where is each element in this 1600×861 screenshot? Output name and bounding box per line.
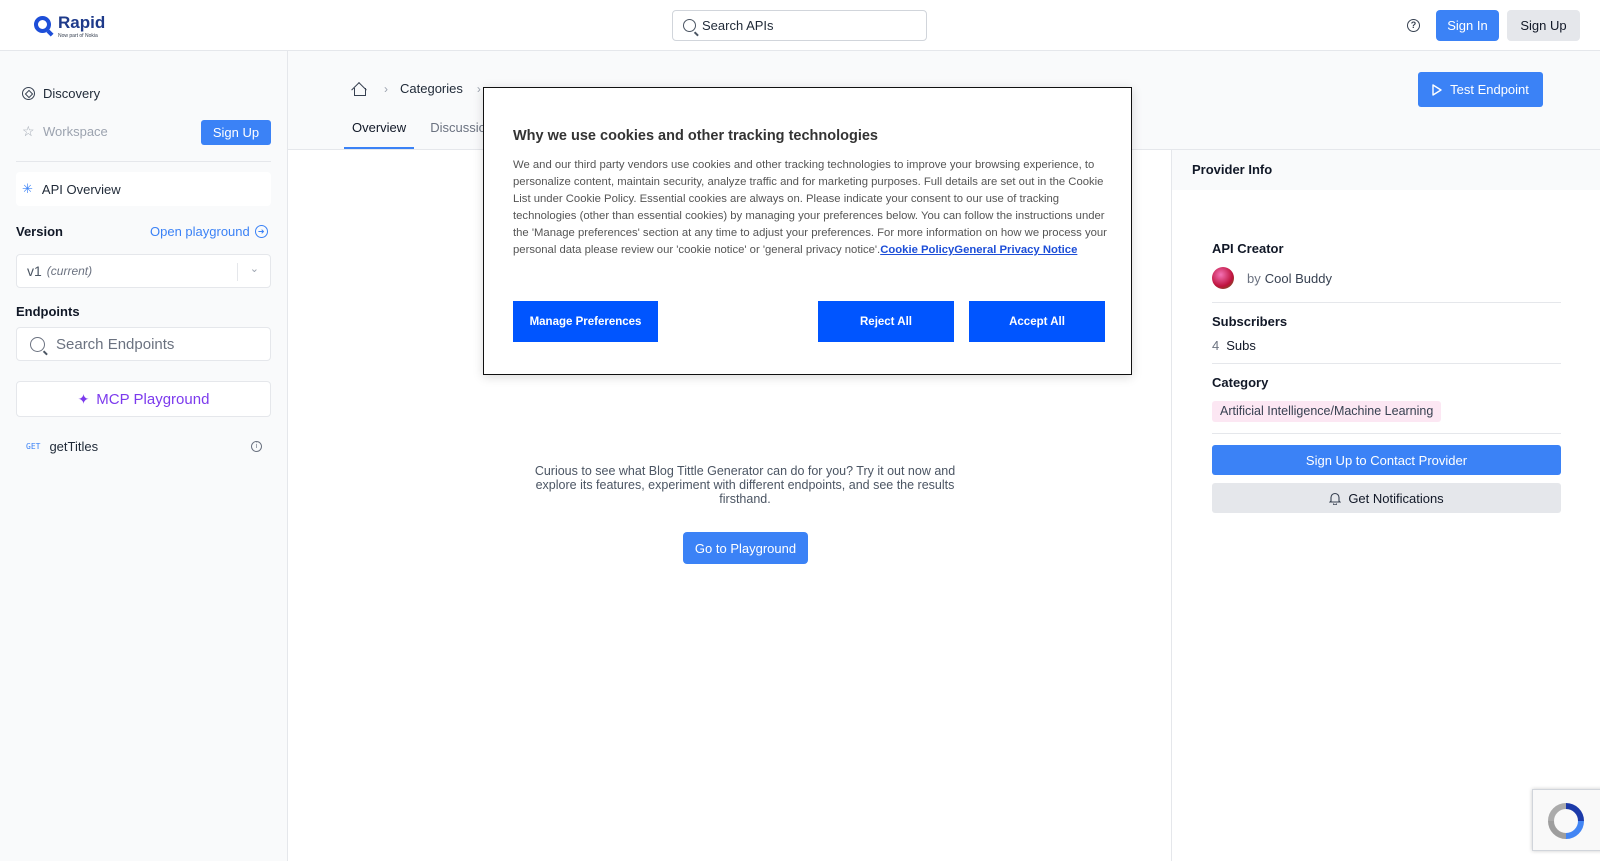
select-separator: [237, 263, 238, 281]
endpoints-label: Endpoints: [16, 304, 80, 319]
cookie-dialog-title: Why we use cookies and other tracking te…: [513, 128, 878, 144]
contact-provider-button[interactable]: Sign Up to Contact Provider: [1212, 445, 1561, 475]
mcp-playground-button[interactable]: ✦ MCP Playground: [16, 381, 271, 417]
subscribers-number: 4: [1212, 338, 1220, 353]
help-icon[interactable]: ?: [1407, 19, 1420, 32]
subscribers-unit: Subs: [1226, 338, 1256, 353]
get-notifications-label: Get Notifications: [1348, 490, 1444, 506]
reject-all-button[interactable]: Reject All: [818, 301, 954, 342]
chevron-right-icon: ›: [476, 81, 481, 96]
tab-overview[interactable]: Overview: [344, 120, 415, 149]
category-tag[interactable]: Artificial Intelligence/Machine Learning: [1212, 401, 1442, 422]
cookie-dialog-body: We and our third party vendors use cooki…: [513, 157, 1108, 259]
info-icon[interactable]: i: [251, 441, 262, 452]
open-playground-link[interactable]: Open playground ➜: [150, 224, 268, 239]
search-apis-placeholder: Search APIs: [702, 18, 774, 33]
bell-icon: [1328, 492, 1342, 505]
version-select[interactable]: v1 (current) ⌄: [16, 254, 271, 288]
logo-subtitle: Now part of Nokia: [58, 33, 98, 39]
chevron-right-icon: ›: [384, 81, 388, 96]
home-icon[interactable]: [352, 83, 366, 96]
arrow-right-circle-icon: ➜: [254, 225, 268, 238]
go-to-playground-button[interactable]: Go to Playground: [683, 532, 808, 564]
play-icon: [1432, 83, 1442, 96]
workspace-label: Workspace: [43, 124, 108, 139]
star-icon: ☆: [22, 123, 35, 139]
sidebar-item-workspace[interactable]: ☆ Workspace: [22, 124, 108, 139]
top-bar: Rapid Now part of Nokia Search APIs ? Si…: [0, 0, 1600, 51]
playground-promo-text: Curious to see what Blog Tittle Generato…: [534, 464, 956, 506]
api-overview-label: API Overview: [41, 181, 121, 197]
search-icon: [30, 336, 45, 352]
sidebar: Discovery ☆ Workspace Sign Up ✳ API Over…: [0, 51, 288, 861]
breadcrumb: › Categories ›: [352, 81, 493, 96]
api-creator[interactable]: by Cool Buddy: [1212, 267, 1332, 289]
breadcrumb-categories[interactable]: Categories: [400, 81, 463, 96]
logo-name: Rapid: [58, 13, 106, 32]
sign-up-button[interactable]: Sign Up: [1507, 10, 1580, 41]
divider: [1212, 433, 1561, 434]
cookie-policy-link[interactable]: Cookie Policy: [880, 244, 954, 256]
sparkles-icon: ✦: [77, 390, 90, 407]
accept-all-button[interactable]: Accept All: [969, 301, 1105, 342]
sidebar-item-discovery[interactable]: Discovery: [22, 86, 100, 101]
by-label: by: [1247, 270, 1261, 286]
method-badge: GET: [26, 442, 41, 451]
subscribers-label: Subscribers: [1212, 314, 1288, 329]
version-label: Version: [16, 224, 63, 239]
endpoint-name: getTitles: [49, 439, 99, 454]
cookie-body-text: We and our third party vendors use cooki…: [513, 159, 1107, 256]
get-notifications-button[interactable]: Get Notifications: [1212, 483, 1561, 513]
provider-panel: Provider Info API Creator by Cool Buddy …: [1171, 150, 1600, 861]
test-endpoint-button[interactable]: Test Endpoint: [1418, 72, 1543, 107]
mcp-playground-label: MCP Playground: [96, 390, 210, 408]
endpoint-item-gettitles[interactable]: GET getTitles i: [26, 439, 271, 454]
recaptcha-badge[interactable]: [1532, 789, 1600, 851]
privacy-notice-link[interactable]: General Privacy Notice: [954, 244, 1077, 256]
cookie-consent-dialog: Why we use cookies and other tracking te…: [483, 87, 1132, 375]
version-note: (current): [46, 264, 93, 278]
provider-info-heading: Provider Info: [1172, 150, 1600, 190]
manage-preferences-button[interactable]: Manage Preferences: [513, 301, 658, 342]
sign-in-button[interactable]: Sign In: [1436, 10, 1499, 41]
open-playground-label: Open playground: [150, 224, 250, 239]
compass-icon: [22, 87, 35, 100]
subscribers-count: 4 Subs: [1212, 338, 1256, 353]
avatar: [1212, 267, 1234, 289]
rapid-logo[interactable]: Rapid Now part of Nokia: [34, 14, 105, 39]
overview-icon: ✳: [22, 181, 33, 196]
sidebar-sign-up-button[interactable]: Sign Up: [201, 120, 271, 145]
divider: [1212, 363, 1561, 364]
creator-name: Cool Buddy: [1264, 270, 1332, 286]
api-creator-label: API Creator: [1212, 241, 1284, 256]
chevron-down-icon: ⌄: [249, 263, 259, 275]
discovery-label: Discovery: [43, 86, 101, 101]
category-label: Category: [1212, 375, 1269, 390]
search-apis-input[interactable]: Search APIs: [672, 10, 927, 41]
search-endpoints-input[interactable]: Search Endpoints: [16, 327, 271, 361]
search-icon: [683, 19, 696, 32]
rapid-logo-icon: [34, 16, 51, 33]
test-endpoint-label: Test Endpoint: [1450, 82, 1529, 97]
recaptcha-icon: [1548, 803, 1584, 839]
divider: [1212, 302, 1561, 303]
search-endpoints-placeholder: Search Endpoints: [56, 335, 175, 353]
divider: [16, 161, 271, 162]
version-value: v1: [27, 263, 42, 279]
sidebar-item-api-overview[interactable]: ✳ API Overview: [16, 172, 271, 206]
